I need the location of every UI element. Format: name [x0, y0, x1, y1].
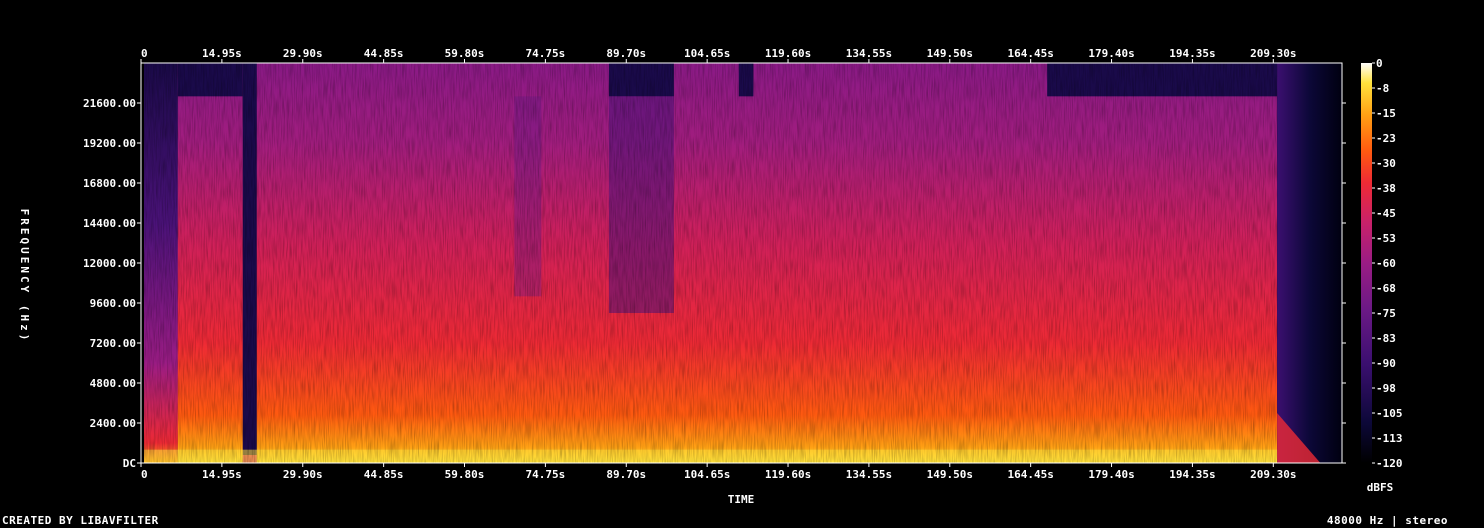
- x-tick-label-bottom-13: 194.35s: [1169, 468, 1215, 481]
- y-tick-label-4: 9600.00: [90, 297, 136, 310]
- x-axis-label: TIME: [728, 493, 755, 506]
- colorbar-tick-label-15: -113: [1376, 432, 1403, 445]
- colorbar-tick-label-9: -68: [1376, 282, 1396, 295]
- y-axis-label: FREQUENCY (Hz): [18, 209, 31, 344]
- x-tick-label-bottom-7: 104.65s: [684, 468, 730, 481]
- dbfs-colorbar: 0 -8 -15 -23 -30 -38 -45 -53 -60 -68 -75 -83 -90 -98 -…: [1361, 57, 1403, 470]
- x-tick-label-top-11: 164.45s: [1007, 47, 1053, 60]
- x-tick-label-bottom-3: 44.85s: [364, 468, 404, 481]
- x-tick-label-bottom-4: 59.80s: [445, 468, 485, 481]
- colorbar-tick-label-1: -8: [1376, 82, 1389, 95]
- footer-credit: CREATED BY LIBAVFILTER: [2, 514, 159, 527]
- y-tick-label-2: 4800.00: [90, 377, 136, 390]
- colorbar-tick-label-8: -60: [1376, 257, 1396, 270]
- colorbar-gradient: [1361, 63, 1372, 463]
- y-tick-label-0: DC: [123, 457, 136, 470]
- colorbar-tick-label-11: -83: [1376, 332, 1396, 345]
- x-tick-label-bottom-11: 164.45s: [1007, 468, 1053, 481]
- x-tick-label-bottom-2: 29.90s: [283, 468, 323, 481]
- colorbar-tick-label-4: -30: [1376, 157, 1396, 170]
- x-tick-label-top-2: 29.90s: [283, 47, 323, 60]
- x-tick-label-top-5: 74.75s: [526, 47, 566, 60]
- x-tick-label-top-1: 14.95s: [202, 47, 242, 60]
- spectrogram-chart: 0 0 14.95s 14.95s 29.90s 29.90s 44.85s 44.85s 59…: [18, 47, 1403, 506]
- x-tick-label-top-13: 194.35s: [1169, 47, 1215, 60]
- x-tick-label-bottom-12: 179.40s: [1088, 468, 1134, 481]
- x-tick-label-top-12: 179.40s: [1088, 47, 1134, 60]
- x-tick-label-bottom-14: 209.30s: [1250, 468, 1296, 481]
- x-tick-label-top-0: 0: [141, 47, 148, 60]
- y-tick-label-5: 12000.00: [83, 257, 136, 270]
- x-tick-label-bottom-0: 0: [141, 468, 148, 481]
- colorbar-tick-label-13: -98: [1376, 382, 1396, 395]
- colorbar-tick-label-16: -120: [1376, 457, 1403, 470]
- x-tick-label-bottom-6: 89.70s: [606, 468, 646, 481]
- spectrogram-texture: [141, 63, 1278, 463]
- colorbar-label: dBFS: [1367, 481, 1394, 494]
- colorbar-tick-label-14: -105: [1376, 407, 1403, 420]
- x-tick-label-top-10: 149.50s: [927, 47, 973, 60]
- x-tick-label-top-7: 104.65s: [684, 47, 730, 60]
- x-tick-label-bottom-10: 149.50s: [927, 468, 973, 481]
- y-tick-label-7: 16800.00: [83, 177, 136, 190]
- x-tick-label-bottom-9: 134.55s: [846, 468, 892, 481]
- colorbar-tick-label-10: -75: [1376, 307, 1396, 320]
- x-tick-label-top-3: 44.85s: [364, 47, 404, 60]
- footer-audio-info: 48000 Hz | stereo: [1326, 514, 1448, 527]
- colorbar-tick-label-2: -15: [1376, 107, 1396, 120]
- x-tick-label-bottom-5: 74.75s: [526, 468, 566, 481]
- x-tick-label-top-8: 119.60s: [765, 47, 811, 60]
- y-tick-label-6: 14400.00: [83, 217, 136, 230]
- x-tick-label-bottom-8: 119.60s: [765, 468, 811, 481]
- x-tick-label-top-9: 134.55s: [846, 47, 892, 60]
- colorbar-tick-label-7: -53: [1376, 232, 1396, 245]
- x-tick-label-top-14: 209.30s: [1250, 47, 1296, 60]
- x-tick-label-bottom-1: 14.95s: [202, 468, 242, 481]
- y-tick-label-8: 19200.00: [83, 137, 136, 150]
- y-tick-label-9: 21600.00: [83, 97, 136, 110]
- y-tick-label-1: 2400.00: [90, 417, 136, 430]
- colorbar-tick-label-3: -23: [1376, 132, 1396, 145]
- colorbar-tick-label-0: 0: [1376, 57, 1383, 70]
- colorbar-tick-label-5: -38: [1376, 182, 1396, 195]
- x-tick-label-top-6: 89.70s: [606, 47, 646, 60]
- colorbar-tick-label-12: -90: [1376, 357, 1396, 370]
- spectrogram-plot-area: [140, 62, 1343, 464]
- spectrogram-fadeout: [1277, 63, 1342, 463]
- colorbar-tick-label-6: -45: [1376, 207, 1396, 220]
- y-tick-label-3: 7200.00: [90, 337, 136, 350]
- x-tick-label-top-4: 59.80s: [445, 47, 485, 60]
